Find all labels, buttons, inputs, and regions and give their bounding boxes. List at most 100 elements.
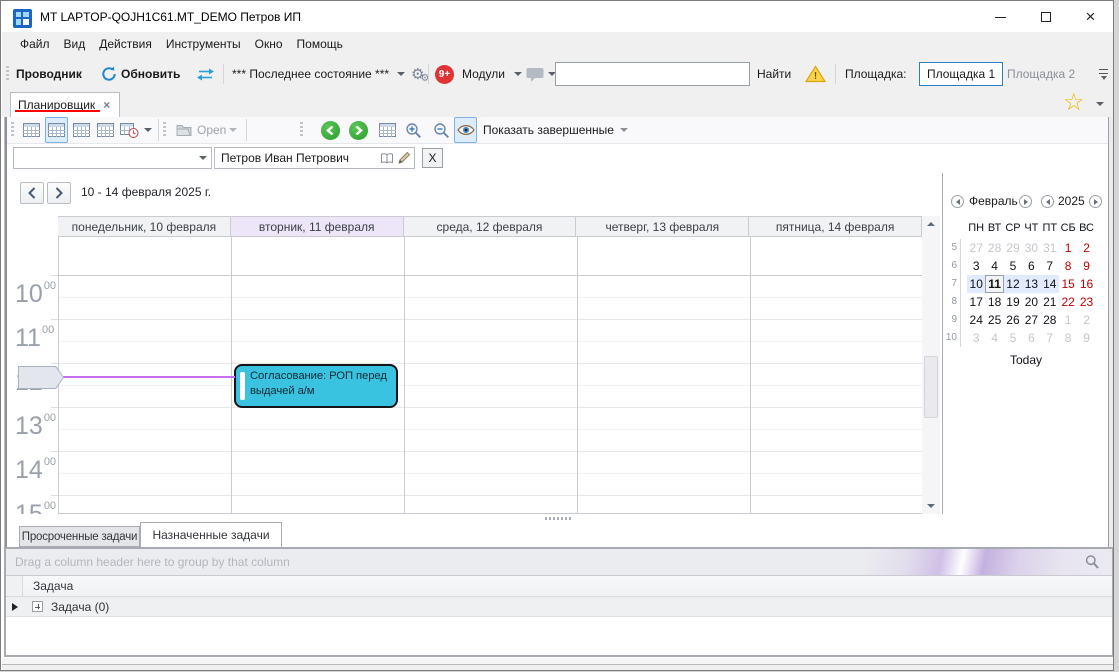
show-completed-dropdown[interactable] <box>620 117 628 143</box>
toolbar-overflow-button[interactable] <box>1099 61 1108 87</box>
prev-year-button[interactable] <box>1041 194 1054 209</box>
toolbar-grip[interactable] <box>11 117 14 143</box>
group-by-bar[interactable]: Drag a column header here to group by th… <box>6 549 1112 576</box>
minical-day[interactable]: 5 <box>1004 329 1022 347</box>
prev-period-button[interactable] <box>321 117 340 143</box>
view-week-icon[interactable] <box>70 117 93 143</box>
minical-day[interactable]: 27 <box>967 239 985 257</box>
gears-icon[interactable]: ⚙⚙ <box>411 57 429 91</box>
edit-pencil-icon[interactable] <box>398 152 410 164</box>
minical-day[interactable]: 7 <box>1041 329 1059 347</box>
show-completed-eye-icon[interactable] <box>454 117 477 143</box>
minical-day[interactable]: 7 <box>1041 257 1059 275</box>
filter-combo[interactable] <box>13 147 212 169</box>
goto-date-icon[interactable] <box>376 117 399 143</box>
clear-filter-button[interactable]: X <box>422 148 443 168</box>
menu-tools[interactable]: Инструменты <box>159 32 248 57</box>
views-dropdown[interactable] <box>144 117 152 143</box>
minical-day[interactable]: 3 <box>967 329 985 347</box>
modules-button[interactable]: Модули <box>462 57 505 91</box>
minical-day[interactable]: 28 <box>985 239 1003 257</box>
tab-planner[interactable]: Планировщик × <box>10 92 120 117</box>
minical-day[interactable]: 15 <box>1059 275 1077 293</box>
day-header-tuesday[interactable]: вторник, 11 февраля <box>230 217 403 236</box>
view-timeline-icon[interactable] <box>118 117 141 143</box>
minical-day[interactable]: 6 <box>1022 329 1040 347</box>
tab-overdue-tasks[interactable]: Просроченные задачи <box>19 526 140 547</box>
view-month-icon[interactable] <box>94 117 117 143</box>
chat-icon[interactable] <box>526 57 544 91</box>
task-column-header[interactable]: Задача <box>23 576 73 596</box>
menu-help[interactable]: Помощь <box>290 32 350 57</box>
minical-day[interactable]: 21 <box>1041 293 1059 311</box>
minical-today-button[interactable]: Today <box>943 353 1109 367</box>
minical-day[interactable]: 17 <box>967 293 985 311</box>
book-icon[interactable] <box>381 153 393 164</box>
explorer-button[interactable]: Проводник <box>16 57 82 91</box>
minical-day[interactable]: 10 <box>967 275 985 293</box>
warning-icon[interactable]: ! <box>805 57 826 91</box>
next-period-button[interactable] <box>349 117 368 143</box>
tab-close-icon[interactable]: × <box>103 98 110 112</box>
modules-dropdown[interactable] <box>514 57 522 91</box>
minical-day[interactable]: 1 <box>1059 311 1077 329</box>
open-dropdown[interactable] <box>229 117 237 143</box>
site1-button[interactable]: Площадка 1 <box>919 62 1003 86</box>
minical-day[interactable]: 24 <box>967 311 985 329</box>
scroll-down-icon[interactable] <box>922 498 940 514</box>
prev-week-button[interactable] <box>20 182 44 204</box>
filter-combo-dropdown[interactable] <box>195 156 211 160</box>
notifications-badge[interactable]: 9+ <box>435 57 454 91</box>
person-field[interactable]: Петров Иван Петрович <box>214 147 415 169</box>
menu-file[interactable]: Файл <box>13 32 57 57</box>
maximize-button[interactable] <box>1023 2 1068 32</box>
toolbar-grip[interactable] <box>6 57 9 91</box>
minical-day[interactable]: 2 <box>1077 239 1095 257</box>
scheduler-scrollbar[interactable] <box>922 216 940 514</box>
site2-button[interactable]: Площадка 2 <box>1007 57 1075 91</box>
favorites-dropdown[interactable] <box>1096 102 1104 106</box>
minical-day[interactable]: 20 <box>1022 293 1040 311</box>
search-icon[interactable] <box>1084 554 1100 570</box>
minical-day[interactable]: 19 <box>1004 293 1022 311</box>
search-input[interactable] <box>555 62 750 86</box>
view-day-icon[interactable] <box>20 117 43 143</box>
minical-day[interactable]: 4 <box>985 329 1003 347</box>
close-button[interactable]: × <box>1068 2 1113 32</box>
open-button[interactable]: Open <box>197 117 226 143</box>
minical-day[interactable]: 2 <box>1077 311 1095 329</box>
zoom-in-icon[interactable] <box>402 117 425 143</box>
favorites-star-icon[interactable]: ☆ <box>1063 88 1085 117</box>
minical-day[interactable]: 25 <box>985 311 1003 329</box>
state-combo[interactable]: *** Последнее состояние *** <box>232 57 380 91</box>
find-button[interactable]: Найти <box>757 57 791 91</box>
minical-day[interactable]: 31 <box>1041 239 1059 257</box>
minical-day[interactable]: 9 <box>1077 257 1095 275</box>
minical-day[interactable]: 4 <box>985 257 1003 275</box>
state-combo-dropdown[interactable] <box>397 57 405 91</box>
zoom-out-icon[interactable] <box>430 117 453 143</box>
next-month-button[interactable] <box>1019 194 1032 209</box>
view-workweek-icon[interactable] <box>45 117 68 143</box>
toolbar-grip[interactable] <box>300 117 303 143</box>
minical-day[interactable]: 29 <box>1004 239 1022 257</box>
minical-day[interactable]: 28 <box>1041 311 1059 329</box>
next-year-button[interactable] <box>1089 194 1102 209</box>
minical-day[interactable]: 23 <box>1077 293 1095 311</box>
next-week-button[interactable] <box>47 182 71 204</box>
minical-day[interactable]: 27 <box>1022 311 1040 329</box>
minical-day[interactable]: 18 <box>985 293 1003 311</box>
minical-day[interactable]: 22 <box>1059 293 1077 311</box>
minical-day[interactable]: 12 <box>1004 275 1022 293</box>
day-header-thursday[interactable]: четверг, 13 февраля <box>575 217 748 236</box>
task-group-row[interactable]: Задача (0) <box>6 597 1112 617</box>
minical-day[interactable]: 8 <box>1059 329 1077 347</box>
day-header-friday[interactable]: пятница, 14 февраля <box>748 217 921 236</box>
tab-assigned-tasks[interactable]: Назначенные задачи <box>140 522 282 547</box>
day-header-wednesday[interactable]: среда, 12 февраля <box>403 217 576 236</box>
prev-month-button[interactable] <box>951 194 964 209</box>
minical-day[interactable]: 8 <box>1059 257 1077 275</box>
day-header-monday[interactable]: понедельник, 10 февраля <box>58 217 230 236</box>
minical-day[interactable]: 14 <box>1041 275 1059 293</box>
minical-day[interactable]: 9 <box>1077 329 1095 347</box>
